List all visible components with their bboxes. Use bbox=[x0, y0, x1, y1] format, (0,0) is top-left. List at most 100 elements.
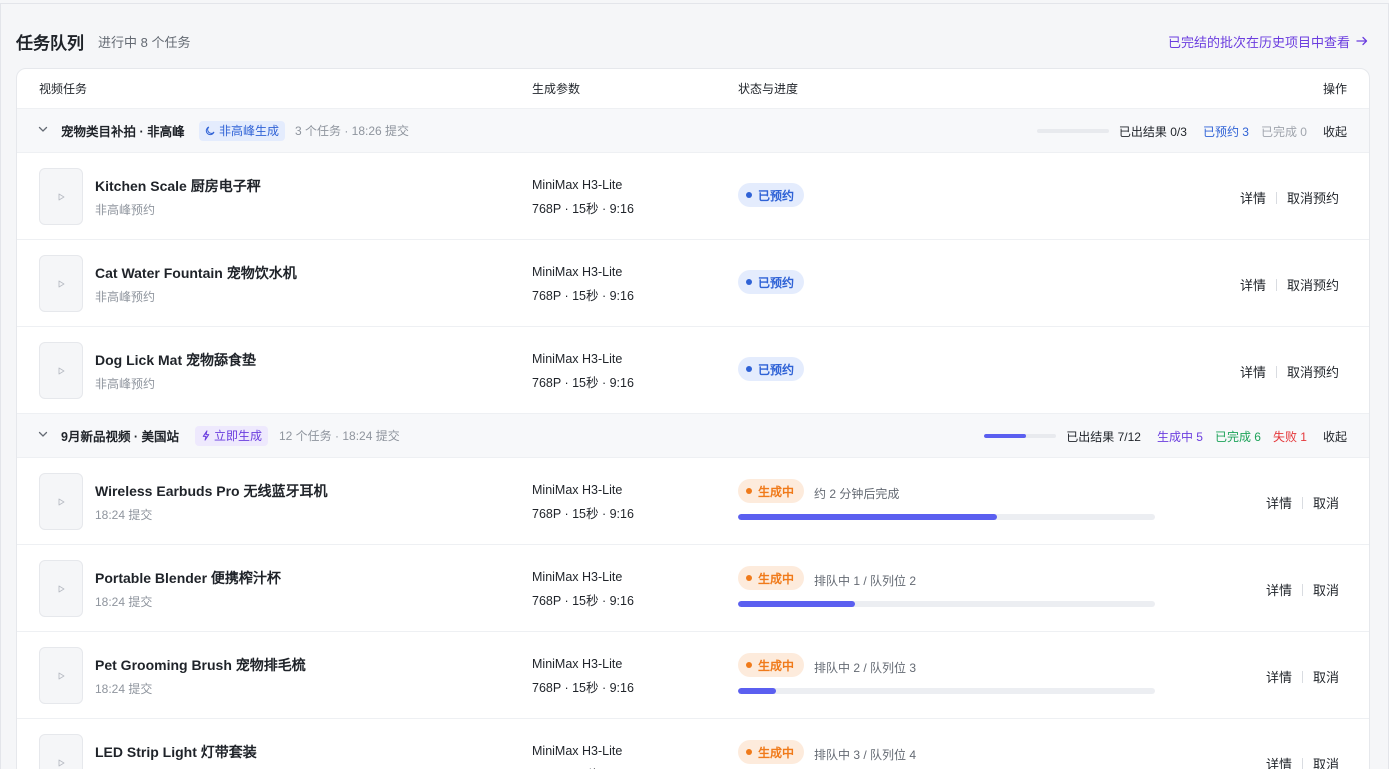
cancel-button[interactable]: 取消预约 bbox=[1287, 188, 1339, 207]
group-result: 已出结果 0/3 bbox=[1118, 124, 1187, 139]
detail-button[interactable]: 详情 bbox=[1266, 754, 1292, 769]
task-row: LED Strip Light 灯带套装 18:24 提交 MiniMax H3… bbox=[17, 719, 1369, 769]
param-model: MiniMax H3-Lite bbox=[532, 657, 623, 671]
action-divider bbox=[1301, 757, 1303, 769]
task-progress-bar bbox=[738, 688, 1155, 694]
status-label: 已预约 bbox=[758, 362, 795, 377]
task-subtext: 18:24 提交 bbox=[95, 595, 153, 609]
collapse-button[interactable]: 收起 bbox=[1323, 123, 1347, 140]
group-progress-bar bbox=[984, 434, 1057, 438]
task-progress-fill bbox=[738, 601, 855, 607]
status-label: 生成中 bbox=[758, 484, 795, 499]
task-row: Pet Grooming Brush 宠物排毛梳 18:24 提交 MiniMa… bbox=[17, 632, 1369, 719]
task-table: 视频任务 生成参数 状态与进度 操作 宠物类目补拍 · 非高峰 非高峰生成 3 … bbox=[16, 68, 1370, 769]
offpeak-tag-label: 非高峰生成 bbox=[219, 124, 280, 138]
cancel-button[interactable]: 取消预约 bbox=[1287, 275, 1339, 294]
video-thumbnail[interactable] bbox=[39, 473, 83, 530]
cancel-button[interactable]: 取消 bbox=[1313, 580, 1339, 599]
chevron-down-icon[interactable] bbox=[37, 123, 49, 135]
status-badge: 已预约 bbox=[738, 183, 805, 207]
group-stat-failed: 失败 1 bbox=[1272, 429, 1307, 444]
task-row: Dog Lick Mat 宠物舔食垫 非高峰预约 MiniMax H3-Lite… bbox=[17, 327, 1369, 414]
play-icon bbox=[58, 672, 65, 679]
history-link-label: 已完结的批次在历史项目中查看 bbox=[1167, 34, 1350, 50]
status-label: 已预约 bbox=[758, 188, 795, 203]
action-divider bbox=[1275, 278, 1277, 291]
video-thumbnail[interactable] bbox=[39, 342, 83, 399]
detail-button[interactable]: 详情 bbox=[1266, 493, 1292, 512]
col-video: 视频任务 bbox=[39, 82, 88, 96]
detail-button[interactable]: 详情 bbox=[1266, 667, 1292, 686]
task-name: Wireless Earbuds Pro 无线蓝牙耳机 bbox=[95, 483, 328, 499]
action-divider bbox=[1301, 670, 1303, 683]
group-result: 已出结果 7/12 bbox=[1066, 429, 1141, 444]
param-spec: 768P · 15秒 · 9:16 bbox=[532, 507, 634, 521]
col-status: 状态与进度 bbox=[738, 82, 799, 96]
history-link[interactable]: 已完结的批次在历史项目中查看 bbox=[1168, 32, 1368, 51]
instant-tag: 立即生成 bbox=[195, 425, 269, 446]
group-header-sept-new: 9月新品视频 · 美国站 立即生成 12 个任务 · 18:24 提交 已出结果… bbox=[17, 414, 1369, 458]
status-label: 生成中 bbox=[758, 745, 795, 760]
page-title: 任务队列 bbox=[16, 33, 84, 53]
detail-button[interactable]: 详情 bbox=[1240, 362, 1266, 381]
task-row: Kitchen Scale 厨房电子秤 非高峰预约 MiniMax H3-Lit… bbox=[17, 153, 1369, 240]
status-dot bbox=[746, 575, 752, 581]
task-progress-fill bbox=[738, 688, 776, 694]
param-spec: 768P · 15秒 · 9:16 bbox=[532, 764, 634, 769]
detail-button[interactable]: 详情 bbox=[1240, 275, 1266, 294]
task-subtext: 18:24 提交 bbox=[95, 508, 153, 522]
group-stat-generating: 生成中 5 bbox=[1156, 429, 1203, 444]
param-model: MiniMax H3-Lite bbox=[532, 744, 623, 758]
param-spec: 768P · 15秒 · 9:16 bbox=[532, 376, 634, 390]
chevron-down-icon[interactable] bbox=[37, 428, 49, 440]
row-actions: 详情 取消 bbox=[1266, 667, 1339, 686]
task-name: Cat Water Fountain 宠物饮水机 bbox=[95, 265, 297, 281]
group-meta: 3 个任务 · 18:26 提交 bbox=[295, 124, 410, 138]
moon-icon bbox=[205, 126, 215, 136]
page-subtitle: 进行中 8 个任务 bbox=[98, 34, 191, 50]
row-actions: 详情 取消 bbox=[1266, 580, 1339, 599]
group-progress-fill bbox=[984, 434, 1026, 438]
group-stat-done: 已完成 6 bbox=[1214, 429, 1261, 444]
status-note: 约 2 分钟后完成 bbox=[814, 487, 900, 501]
video-thumbnail[interactable] bbox=[39, 734, 83, 769]
task-name: Pet Grooming Brush 宠物排毛梳 bbox=[95, 657, 306, 673]
detail-button[interactable]: 详情 bbox=[1240, 188, 1266, 207]
row-actions: 详情 取消 bbox=[1266, 493, 1339, 512]
param-model: MiniMax H3-Lite bbox=[532, 570, 623, 584]
row-actions: 详情 取消预约 bbox=[1240, 188, 1339, 207]
status-badge: 生成中 bbox=[738, 566, 805, 590]
arrow-right-icon bbox=[1356, 36, 1368, 46]
group-summary: 已出结果 0/3 已预约 3 已完成 0 收起 bbox=[1036, 109, 1347, 153]
cancel-button[interactable]: 取消 bbox=[1313, 667, 1339, 686]
param-spec: 768P · 15秒 · 9:16 bbox=[532, 681, 634, 695]
task-name: Portable Blender 便携榨汁杯 bbox=[95, 570, 281, 586]
cancel-button[interactable]: 取消 bbox=[1313, 754, 1339, 769]
video-thumbnail[interactable] bbox=[39, 647, 83, 704]
task-progress-bar bbox=[738, 601, 1155, 607]
status-dot bbox=[746, 662, 752, 668]
video-thumbnail[interactable] bbox=[39, 560, 83, 617]
task-subtext: 非高峰预约 bbox=[95, 290, 156, 304]
action-divider bbox=[1275, 191, 1277, 204]
param-spec: 768P · 15秒 · 9:16 bbox=[532, 202, 634, 216]
collapse-button[interactable]: 收起 bbox=[1323, 428, 1347, 445]
status-label: 生成中 bbox=[758, 658, 795, 673]
status-dot bbox=[746, 366, 752, 372]
group-meta: 12 个任务 · 18:24 提交 bbox=[279, 429, 400, 443]
group-summary: 已出结果 7/12 生成中 5 已完成 6 失败 1 收起 bbox=[984, 414, 1347, 458]
cancel-button[interactable]: 取消预约 bbox=[1287, 362, 1339, 381]
video-thumbnail[interactable] bbox=[39, 255, 83, 312]
cancel-button[interactable]: 取消 bbox=[1313, 493, 1339, 512]
status-badge: 生成中 bbox=[738, 479, 805, 503]
col-params: 生成参数 bbox=[532, 82, 581, 96]
task-name: LED Strip Light 灯带套装 bbox=[95, 744, 257, 760]
task-name: Dog Lick Mat 宠物舔食垫 bbox=[95, 352, 257, 368]
status-dot bbox=[746, 749, 752, 755]
play-icon bbox=[58, 498, 65, 505]
status-dot bbox=[746, 488, 752, 494]
video-thumbnail[interactable] bbox=[39, 168, 83, 225]
detail-button[interactable]: 详情 bbox=[1266, 580, 1292, 599]
status-badge: 生成中 bbox=[738, 740, 805, 764]
status-badge: 生成中 bbox=[738, 653, 805, 677]
